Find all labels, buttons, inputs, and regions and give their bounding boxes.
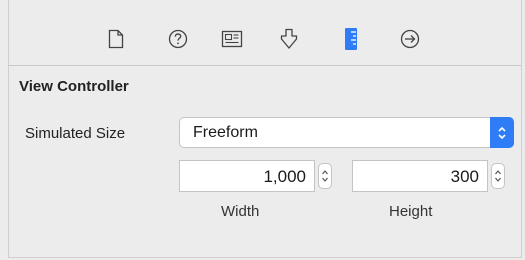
height-label: Height xyxy=(389,203,433,220)
simulated-size-value: Freeform xyxy=(193,124,258,141)
stepper-arrows-icon xyxy=(495,170,501,182)
height-field[interactable]: 300 xyxy=(352,160,488,192)
width-value: 1,000 xyxy=(263,167,306,186)
size-inspector-icon[interactable] xyxy=(339,27,363,51)
inspector-panel: View Controller Simulated Size Freeform … xyxy=(8,0,522,258)
width-stepper[interactable] xyxy=(318,163,332,189)
stepper-arrows-icon xyxy=(322,170,328,182)
simulated-size-popup[interactable]: Freeform xyxy=(179,117,514,148)
height-value: 300 xyxy=(450,167,479,186)
popup-chevrons-icon xyxy=(490,117,514,148)
inspector-toolbar xyxy=(9,0,521,66)
connections-inspector-icon[interactable] xyxy=(398,27,422,51)
attributes-inspector-icon[interactable] xyxy=(277,27,301,51)
identity-inspector-icon[interactable] xyxy=(220,27,244,51)
height-stepper[interactable] xyxy=(491,163,505,189)
file-inspector-icon[interactable] xyxy=(104,27,128,51)
width-label: Width xyxy=(221,203,260,220)
section-title: View Controller xyxy=(19,78,129,95)
quick-help-icon[interactable] xyxy=(166,27,190,51)
width-field[interactable]: 1,000 xyxy=(179,160,315,192)
simulated-size-label: Simulated Size xyxy=(25,125,126,142)
